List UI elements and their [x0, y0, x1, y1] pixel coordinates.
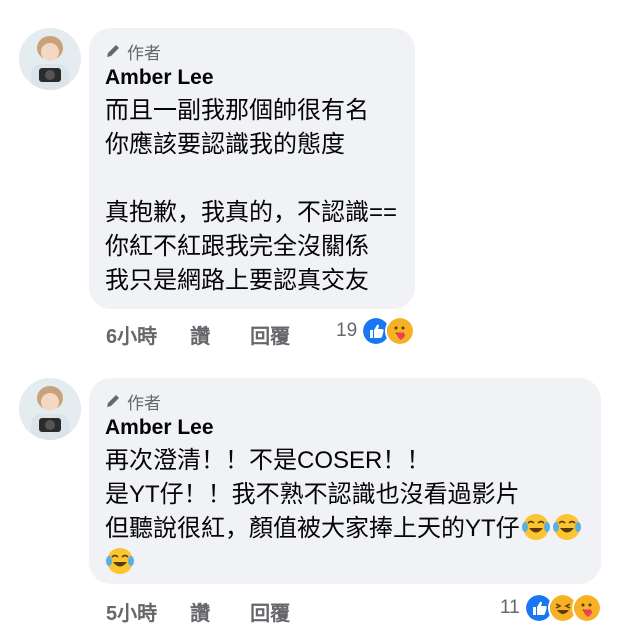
like-button[interactable]: 讚	[190, 320, 210, 349]
comment-line: 你紅不紅跟我完全沒關係	[105, 233, 369, 260]
reaction-count: 11	[500, 597, 520, 618]
comment-actions: 6小時 讚 回覆	[106, 320, 290, 349]
comment-bubble: 作者 Amber Lee 而且一副我那個帥很有名 你應該要認識我的態度 真抱歉，…	[89, 28, 415, 309]
comment-emoji-line	[105, 546, 585, 580]
reply-button[interactable]: 回覆	[250, 320, 290, 349]
comment-line: 再次澄清！！不是COSER！！	[105, 447, 431, 474]
author-badge-label: 作者	[127, 43, 161, 63]
comment-line: 但聽說很紅，顏值被大家捧上天的YT仔	[105, 515, 520, 542]
timestamp-link[interactable]: 5小時	[106, 597, 157, 626]
tears-of-joy-emoji-icon	[521, 514, 550, 540]
commenter-name[interactable]: Amber Lee	[105, 64, 399, 92]
care-icon	[385, 316, 416, 346]
author-badge-label: 作者	[127, 393, 161, 413]
avatar[interactable]	[19, 28, 81, 90]
tears-of-joy-emoji-icon	[106, 548, 134, 574]
reaction-count: 19	[336, 320, 358, 341]
reply-button[interactable]: 回覆	[250, 597, 290, 626]
comment-line: 真抱歉，我真的，不認識==	[105, 199, 398, 226]
author-badge: 作者	[105, 40, 399, 63]
comment-line: 是YT仔！！我不熟不認識也沒看過影片	[105, 481, 520, 508]
reaction-summary[interactable]: 11	[500, 593, 602, 623]
author-badge: 作者	[105, 390, 585, 413]
pencil-icon	[107, 395, 119, 407]
comment-line: 而且一副我那個帥很有名	[105, 97, 369, 124]
comment-blank-line	[105, 162, 399, 196]
comment-line: 你應該要認識我的態度	[105, 131, 345, 158]
comment-actions: 5小時 讚 回覆	[106, 597, 290, 626]
timestamp-link[interactable]: 6小時	[106, 320, 157, 349]
avatar[interactable]	[19, 378, 81, 440]
comment-line: 我只是網路上要認真交友	[105, 267, 369, 294]
pencil-icon	[107, 45, 119, 57]
comment-bubble: 作者 Amber Lee 再次澄清！！不是COSER！！ 是YT仔！！我不熟不認…	[89, 378, 601, 584]
care-icon	[571, 593, 602, 623]
comment-line-with-emoji: 但聽說很紅，顏值被大家捧上天的YT仔	[105, 512, 585, 546]
commenter-name[interactable]: Amber Lee	[105, 414, 585, 442]
reaction-summary[interactable]: 19	[336, 316, 416, 346]
like-button[interactable]: 讚	[190, 597, 210, 626]
tears-of-joy-emoji-icon	[552, 514, 581, 540]
